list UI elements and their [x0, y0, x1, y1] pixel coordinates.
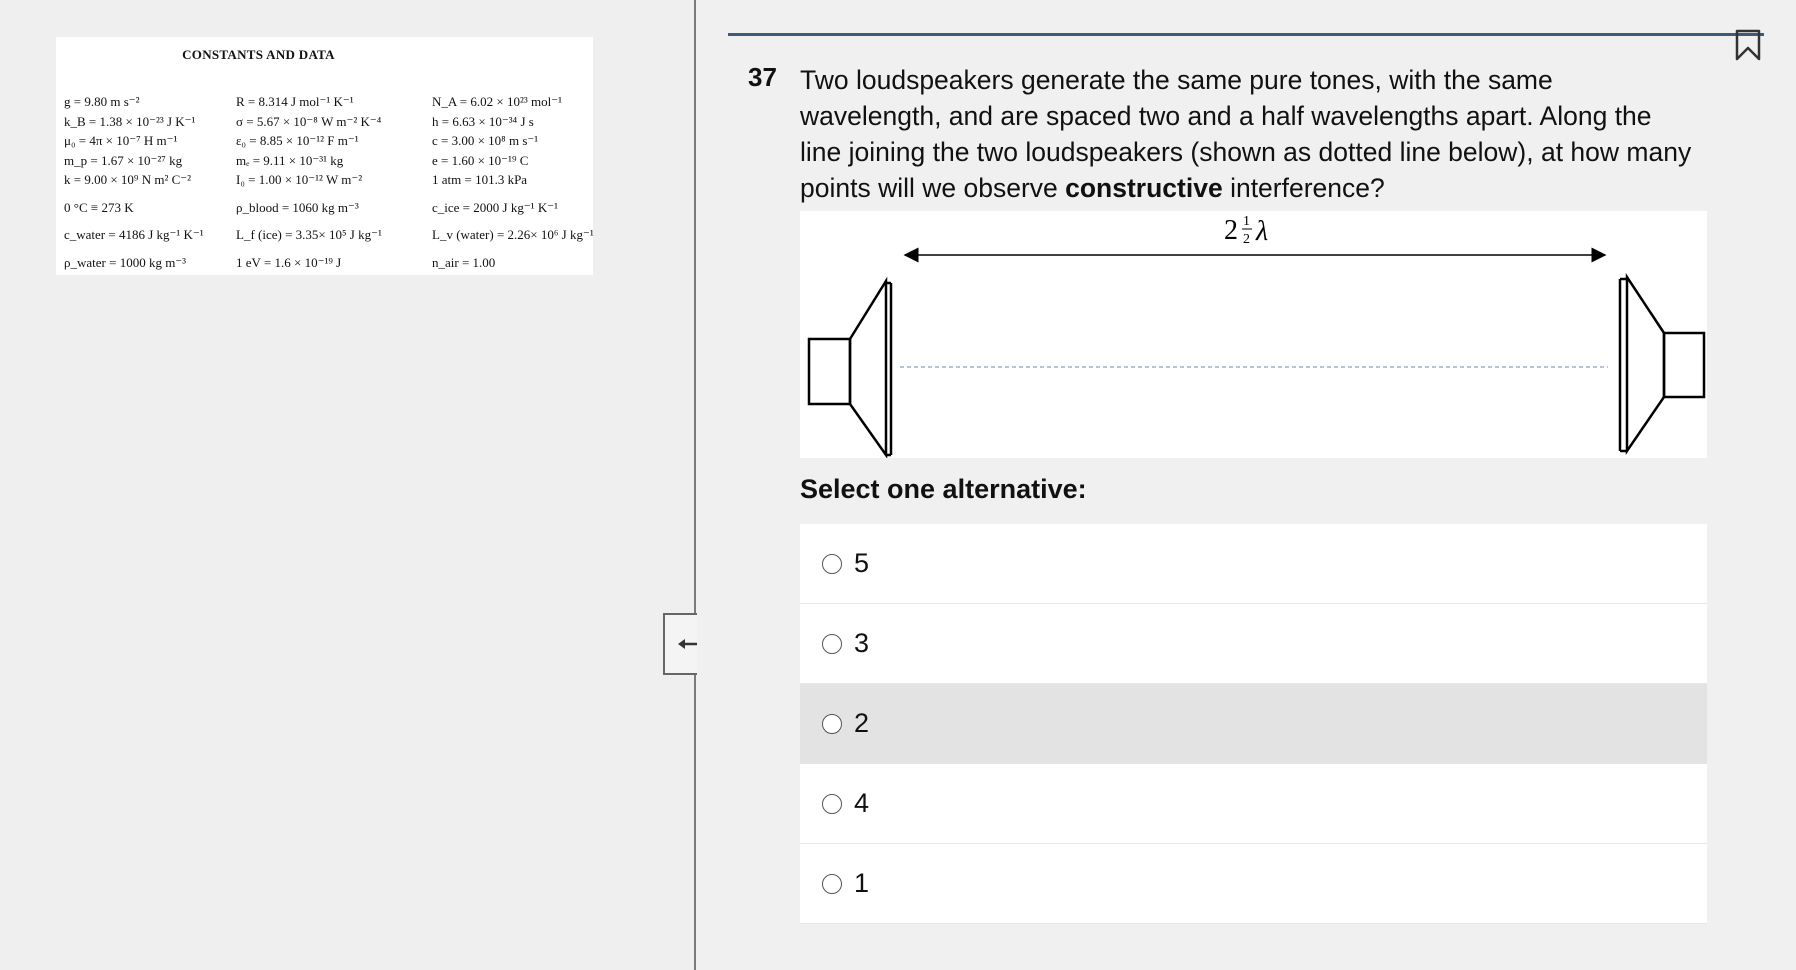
- figure-label-numerator: 1: [1243, 214, 1250, 229]
- constant-item: ε₀ = 8.85 × 10⁻¹² F m⁻¹: [236, 133, 359, 148]
- constant-item: ρ_blood = 1060 kg m⁻³: [236, 199, 359, 215]
- constants-column-3: N_A = 6.02 × 10²³ mol⁻¹ h = 6.63 × 10⁻³⁴…: [432, 92, 594, 272]
- answer-option[interactable]: 2: [800, 684, 1707, 764]
- constant-item: c = 3.00 × 10⁸ m s⁻¹: [432, 133, 539, 148]
- constants-sheet: CONSTANTS AND DATA g = 9.80 m s⁻² k_B = …: [56, 37, 594, 275]
- constant-item: g = 9.80 m s⁻²: [64, 94, 140, 109]
- question-pane: 37 Two loudspeakers generate the same pu…: [697, 0, 1796, 970]
- constant-item: c_water = 4186 J kg⁻¹ K⁻¹: [64, 227, 204, 242]
- constant-item: 1 eV = 1.6 × 10⁻¹⁹ J: [236, 254, 342, 270]
- right-loudspeaker-icon: [1618, 272, 1706, 456]
- constant-item: k_B = 1.38 × 10⁻²³ J K⁻¹: [64, 113, 196, 129]
- constant-item: mₑ = 9.11 × 10⁻³¹ kg: [236, 152, 344, 168]
- constant-item: σ = 5.67 × 10⁻⁸ W m⁻² K⁻⁴: [236, 113, 382, 129]
- option-label: 1: [854, 868, 870, 898]
- constant-item: μ₀ = 4π × 10⁻⁷ H m⁻¹: [64, 133, 178, 148]
- constants-column-1: g = 9.80 m s⁻² k_B = 1.38 × 10⁻²³ J K⁻¹ …: [64, 92, 204, 272]
- question-figure: 2 1 2 λ: [800, 211, 1707, 459]
- option-label: 2: [854, 708, 870, 738]
- constant-item: h = 6.63 × 10⁻³⁴ J s: [432, 113, 534, 129]
- radio-button[interactable]: [822, 633, 842, 654]
- pane-divider[interactable]: [694, 0, 696, 970]
- constant-item: 0 °C ≡ 273 K: [64, 199, 134, 215]
- radio-button[interactable]: [822, 713, 842, 734]
- constant-item: m_p = 1.67 × 10⁻²⁷ kg: [64, 152, 183, 168]
- question-emphasis: constructive: [1065, 173, 1223, 203]
- bookmark-flag-icon[interactable]: [1733, 28, 1763, 62]
- constants-column-2: R = 8.314 J mol⁻¹ K⁻¹ σ = 5.67 × 10⁻⁸ W …: [236, 92, 382, 272]
- radio-button[interactable]: [822, 553, 842, 574]
- constant-item: ρ_water = 1000 kg m⁻³: [64, 254, 187, 270]
- constant-item: I₀ = 1.00 × 10⁻¹² W m⁻²: [236, 172, 363, 187]
- figure-label-denominator: 2: [1243, 232, 1250, 247]
- header-rule: [728, 33, 1764, 36]
- radio-button[interactable]: [822, 793, 842, 814]
- select-instruction: Select one alternative:: [800, 474, 1087, 504]
- answer-option[interactable]: 1: [800, 844, 1707, 924]
- constant-item: k = 9.00 × 10⁹ N m² C⁻²: [64, 172, 192, 187]
- left-loudspeaker-icon: [807, 276, 893, 459]
- constant-item: n_air = 1.00: [432, 254, 496, 270]
- question-text-part: interference?: [1222, 173, 1385, 203]
- answer-option[interactable]: 3: [800, 604, 1707, 684]
- constant-item: N_A = 6.02 × 10²³ mol⁻¹: [432, 94, 562, 109]
- answer-option[interactable]: 5: [800, 524, 1707, 604]
- answer-options: 5 3 2 4 1: [800, 524, 1707, 924]
- constant-item: c_ice = 2000 J kg⁻¹ K⁻¹: [432, 199, 558, 215]
- constant-item: R = 8.314 J mol⁻¹ K⁻¹: [236, 94, 354, 109]
- figure-label-lambda: λ: [1255, 216, 1268, 247]
- constant-item: 1 atm = 101.3 kPa: [432, 172, 528, 187]
- constant-item: e = 1.60 × 10⁻¹⁹ C: [432, 152, 529, 168]
- question-number: 37: [748, 62, 777, 92]
- question-text: Two loudspeakers generate the same pure …: [800, 62, 1700, 206]
- constants-title: CONSTANTS AND DATA: [182, 47, 335, 62]
- figure-label-whole: 2: [1224, 215, 1238, 246]
- constant-item: L_v (water) = 2.26× 10⁶ J kg⁻¹: [432, 227, 594, 242]
- constant-item: L_f (ice) = 3.35× 10⁵ J kg⁻¹: [236, 227, 382, 242]
- option-label: 3: [854, 628, 870, 658]
- option-label: 4: [854, 788, 870, 818]
- option-label: 5: [854, 548, 870, 578]
- radio-button[interactable]: [822, 873, 842, 894]
- answer-option[interactable]: 4: [800, 764, 1707, 844]
- resources-pane: CONSTANTS AND DATA g = 9.80 m s⁻² k_B = …: [0, 0, 695, 970]
